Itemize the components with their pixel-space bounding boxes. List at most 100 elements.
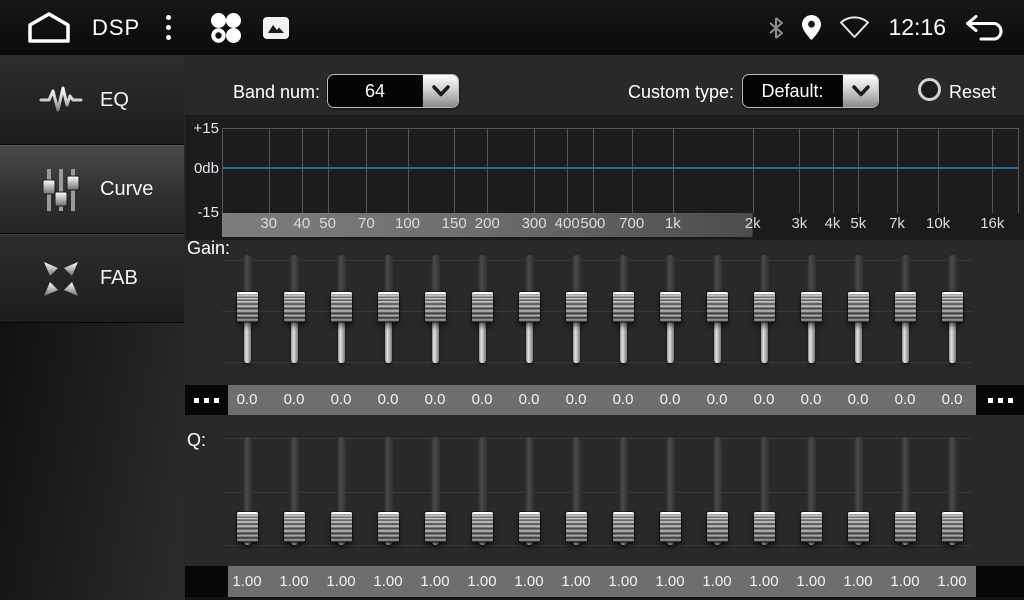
gain-slider-thumb[interactable] <box>801 292 822 322</box>
gain-slider-thumb[interactable] <box>613 292 634 322</box>
q-slider-thumb[interactable] <box>754 512 775 542</box>
chevron-down-icon[interactable] <box>842 75 878 107</box>
q-slider[interactable] <box>694 437 741 545</box>
dsp-app-screen: DSP 12:16 <box>0 0 1024 600</box>
gain-slider[interactable] <box>929 255 976 363</box>
band-value: 0.0 <box>506 385 553 415</box>
gain-slider-thumb[interactable] <box>566 292 587 322</box>
q-slider-thumb[interactable] <box>472 512 493 542</box>
q-slider-thumb[interactable] <box>707 512 728 542</box>
gain-slider-thumb[interactable] <box>284 292 305 322</box>
slider-track <box>384 255 393 296</box>
slider-track-fill <box>479 320 486 363</box>
q-slider[interactable] <box>224 437 271 545</box>
gain-slider[interactable] <box>694 255 741 363</box>
band-value: 0.0 <box>835 385 882 415</box>
q-slider-thumb[interactable] <box>613 512 634 542</box>
home-icon[interactable] <box>26 11 72 45</box>
freq-tick-label: 1k <box>665 215 681 232</box>
q-slider-thumb[interactable] <box>942 512 963 542</box>
gain-slider[interactable] <box>647 255 694 363</box>
gain-slider-thumb[interactable] <box>425 292 446 322</box>
reset-radio-button[interactable] <box>918 78 941 101</box>
freq-gridline <box>833 128 834 213</box>
q-slider[interactable] <box>459 437 506 545</box>
slider-track <box>243 255 252 296</box>
gain-slider-thumb[interactable] <box>378 292 399 322</box>
q-slider[interactable] <box>318 437 365 545</box>
slider-track <box>431 437 440 516</box>
gain-slider[interactable] <box>224 255 271 363</box>
gain-slider-thumb[interactable] <box>660 292 681 322</box>
gain-slider[interactable] <box>318 255 365 363</box>
q-slider-thumb[interactable] <box>519 512 540 542</box>
apps-clover-icon[interactable] <box>209 11 243 45</box>
freq-gridline <box>366 128 367 213</box>
q-slider[interactable] <box>271 437 318 545</box>
gain-slider[interactable] <box>600 255 647 363</box>
gain-slider[interactable] <box>459 255 506 363</box>
q-slider[interactable] <box>835 437 882 545</box>
sidebar-item-eq[interactable]: EQ <box>0 56 184 145</box>
gain-slider-thumb[interactable] <box>754 292 775 322</box>
gain-slider[interactable] <box>788 255 835 363</box>
q-slider[interactable] <box>506 437 553 545</box>
gain-slider[interactable] <box>882 255 929 363</box>
q-slider-thumb[interactable] <box>378 512 399 542</box>
freq-tick-label: 5k <box>850 215 866 232</box>
gain-slider-thumb[interactable] <box>942 292 963 322</box>
gain-slider[interactable] <box>412 255 459 363</box>
q-slider-thumb[interactable] <box>848 512 869 542</box>
gain-slider-thumb[interactable] <box>519 292 540 322</box>
q-slider[interactable] <box>647 437 694 545</box>
gain-slider-thumb[interactable] <box>472 292 493 322</box>
q-slider[interactable] <box>929 437 976 545</box>
q-slider-thumb[interactable] <box>284 512 305 542</box>
overflow-menu-icon[interactable] <box>160 9 177 46</box>
q-slider-thumb[interactable] <box>425 512 446 542</box>
q-slider[interactable] <box>365 437 412 545</box>
q-slider-thumb[interactable] <box>237 512 258 542</box>
q-slider[interactable] <box>553 437 600 545</box>
freq-tick-label: 500 <box>580 215 605 232</box>
gain-slider[interactable] <box>365 255 412 363</box>
q-slider-thumb[interactable] <box>660 512 681 542</box>
back-icon[interactable] <box>964 14 1008 41</box>
custom-type-dropdown[interactable]: Default: <box>742 74 879 108</box>
gain-slider-thumb[interactable] <box>237 292 258 322</box>
bluetooth-icon <box>768 16 784 40</box>
gain-slider[interactable] <box>835 255 882 363</box>
q-slider[interactable] <box>788 437 835 545</box>
band-value: 0.0 <box>553 385 600 415</box>
freq-tick-label: 150 <box>442 215 467 232</box>
gain-slider[interactable] <box>553 255 600 363</box>
q-slider-thumb[interactable] <box>331 512 352 542</box>
sidebar-item-fab[interactable]: FAB <box>0 234 184 323</box>
q-slider-thumb[interactable] <box>566 512 587 542</box>
band-value: 1.00 <box>882 566 929 597</box>
chevron-down-icon[interactable] <box>422 75 458 107</box>
gain-scroll-left-button[interactable] <box>185 385 228 415</box>
gain-scroll-right-button[interactable] <box>976 385 1024 415</box>
q-slider[interactable] <box>412 437 459 545</box>
gain-slider-thumb[interactable] <box>848 292 869 322</box>
band-num-dropdown[interactable]: 64 <box>327 74 459 108</box>
q-slider[interactable] <box>741 437 788 545</box>
gain-slider-thumb[interactable] <box>331 292 352 322</box>
q-slider[interactable] <box>882 437 929 545</box>
q-slider-thumb[interactable] <box>895 512 916 542</box>
eq-curve-plot[interactable]: +15 0db -15 3040507010015020030040050070… <box>185 115 1024 240</box>
gain-slider-thumb[interactable] <box>895 292 916 322</box>
gain-slider-thumb[interactable] <box>707 292 728 322</box>
gain-slider[interactable] <box>271 255 318 363</box>
custom-type-label: Custom type: <box>628 82 734 103</box>
freq-gridline <box>222 128 223 213</box>
q-slider-thumb[interactable] <box>801 512 822 542</box>
gain-slider[interactable] <box>506 255 553 363</box>
gain-slider[interactable] <box>741 255 788 363</box>
slider-track-fill <box>714 320 721 363</box>
band-value: 1.00 <box>506 566 553 597</box>
gallery-icon[interactable] <box>263 17 289 39</box>
q-slider[interactable] <box>600 437 647 545</box>
sidebar-item-curve[interactable]: Curve <box>0 145 184 234</box>
